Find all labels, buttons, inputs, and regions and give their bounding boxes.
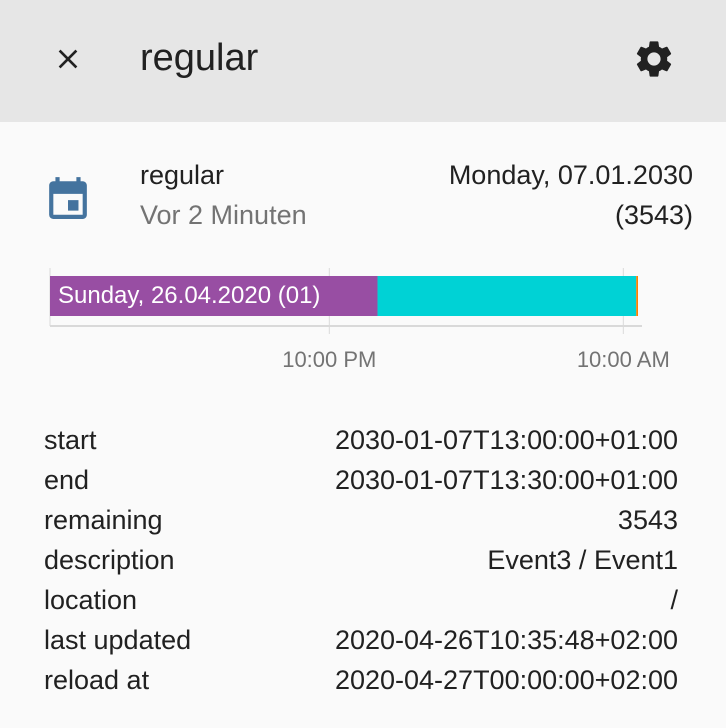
attribute-key: location (44, 585, 138, 615)
attribute-value: 3543 (617, 505, 678, 535)
attribute-row: location / (44, 580, 678, 620)
attribute-key: last updated (44, 625, 192, 655)
attribute-row: reload at 2020-04-27T00:00:00+02:00 (44, 660, 678, 700)
timeline-segment[interactable] (377, 276, 637, 316)
attribute-value: 2020-04-27T00:00:00+02:00 (334, 665, 678, 695)
attribute-value: / (670, 585, 678, 615)
attribute-row: description Event3 / Event1 (44, 540, 678, 580)
timeline-segment[interactable] (636, 276, 638, 316)
attribute-row: last updated 2020-04-26T10:35:48+02:00 (44, 620, 678, 660)
attribute-key: start (44, 425, 97, 455)
history-timeline[interactable]: Sunday, 26.04.2020 (01) 10:00 PM 10:00 AM (0, 260, 726, 380)
attribute-value: 2030-01-07T13:30:00+01:00 (334, 465, 678, 495)
timeline-tick-label: 10:00 AM (577, 347, 670, 372)
attribute-key: remaining (44, 505, 163, 535)
attribute-value: 2020-04-26T10:35:48+02:00 (334, 625, 678, 655)
attribute-key: end (44, 465, 90, 495)
close-icon (58, 49, 78, 69)
entity-name: regular (140, 160, 225, 190)
attribute-key: reload at (44, 665, 150, 695)
attribute-row: end 2030-01-07T13:30:00+01:00 (44, 460, 678, 500)
dialog-title: regular (140, 37, 259, 79)
attribute-row: remaining 3543 (44, 500, 678, 540)
settings-button[interactable] (626, 31, 682, 87)
timeline-segment-label: Sunday, 26.04.2020 (01) (58, 282, 320, 309)
attribute-row: start 2030-01-07T13:00:00+01:00 (44, 420, 678, 460)
state-count: (3543) (614, 200, 693, 230)
attribute-value: 2030-01-07T13:00:00+01:00 (334, 425, 678, 455)
close-button[interactable] (40, 31, 96, 87)
last-changed-text: Vor 2 Minuten (140, 200, 307, 230)
calendar-icon (49, 177, 87, 219)
timeline-tick-label: 10:00 PM (282, 347, 376, 372)
attribute-key: description (44, 545, 175, 575)
state-date: Monday, 07.01.2030 (448, 160, 693, 190)
attribute-value: Event3 / Event1 (487, 545, 678, 575)
gear-icon (636, 41, 672, 77)
dialog-header: regular (0, 0, 726, 122)
attributes-list: start 2030-01-07T13:00:00+01:00 end 2030-01… (44, 420, 678, 700)
